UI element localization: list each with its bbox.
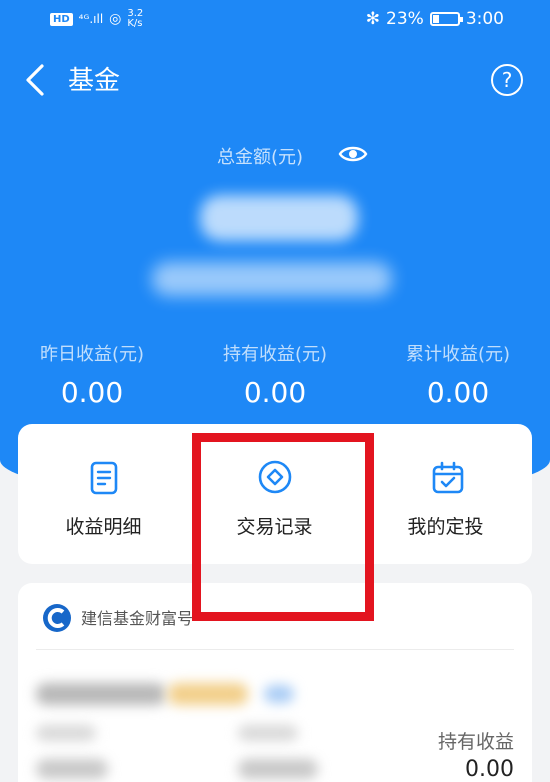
stat-label: 昨日收益(元) [39,344,145,365]
earnings-detail-button[interactable]: 收益明细 [18,424,189,564]
bluetooth-icon: ✻ [365,9,381,29]
action-label: 收益明细 [65,516,142,538]
eye-icon[interactable] [338,142,368,166]
my-plan-button[interactable]: 我的定投 [360,424,531,564]
stat-value: 0.00 [243,376,307,409]
chevron-left-icon [26,64,44,96]
battery-percent: 23% [386,9,424,29]
stat-label: 累计收益(元) [405,344,511,365]
fund-value-hidden [238,759,318,779]
calendar-check-icon [432,461,464,494]
stat-label: 持有收益(元) [222,344,328,365]
sub-amount-hidden [152,262,392,296]
page-title: 基金 [68,66,121,96]
wifi-icon: ◎ [109,11,122,27]
fund-meta-hidden [238,725,298,741]
clock: 3:00 [465,9,504,29]
highlight-box [192,433,374,621]
stat-holding: 持有收益(元) 0.00 [175,340,375,409]
hd-badge: HD [50,12,73,26]
stat-value: 0.00 [60,376,124,409]
fund-meta-hidden [36,725,96,741]
status-bar: HD ⁴ᴳ.ıll ◎ 3.2 K/s ✻ 23% 3:00 [0,0,550,40]
holding-earnings-label: 持有收益 [437,731,514,753]
fund-company-name: 建信基金财富号 [81,609,194,628]
fund-name-hidden [36,683,166,705]
divider [36,649,514,650]
total-amount-label: 总金额(元) [216,147,304,168]
fund-value-hidden [36,759,108,779]
bank-logo-icon [43,604,71,632]
document-icon [90,461,118,495]
help-button[interactable]: ? [491,64,523,96]
stat-value: 0.00 [426,376,490,409]
back-button[interactable] [22,62,52,98]
fund-badge-hidden [264,685,294,703]
signal-icon: ⁴ᴳ.ıll [78,12,104,26]
stat-yesterday: 昨日收益(元) 0.00 [0,340,192,409]
total-amount-hidden [200,195,358,241]
stat-cumulative: 累计收益(元) 0.00 [358,340,550,409]
action-label: 我的定投 [407,516,484,538]
holding-earnings-value: 0.00 [465,757,514,782]
fund-tag-hidden [168,683,248,705]
network-speed: 3.2 K/s [127,8,144,29]
battery-icon [429,12,463,26]
